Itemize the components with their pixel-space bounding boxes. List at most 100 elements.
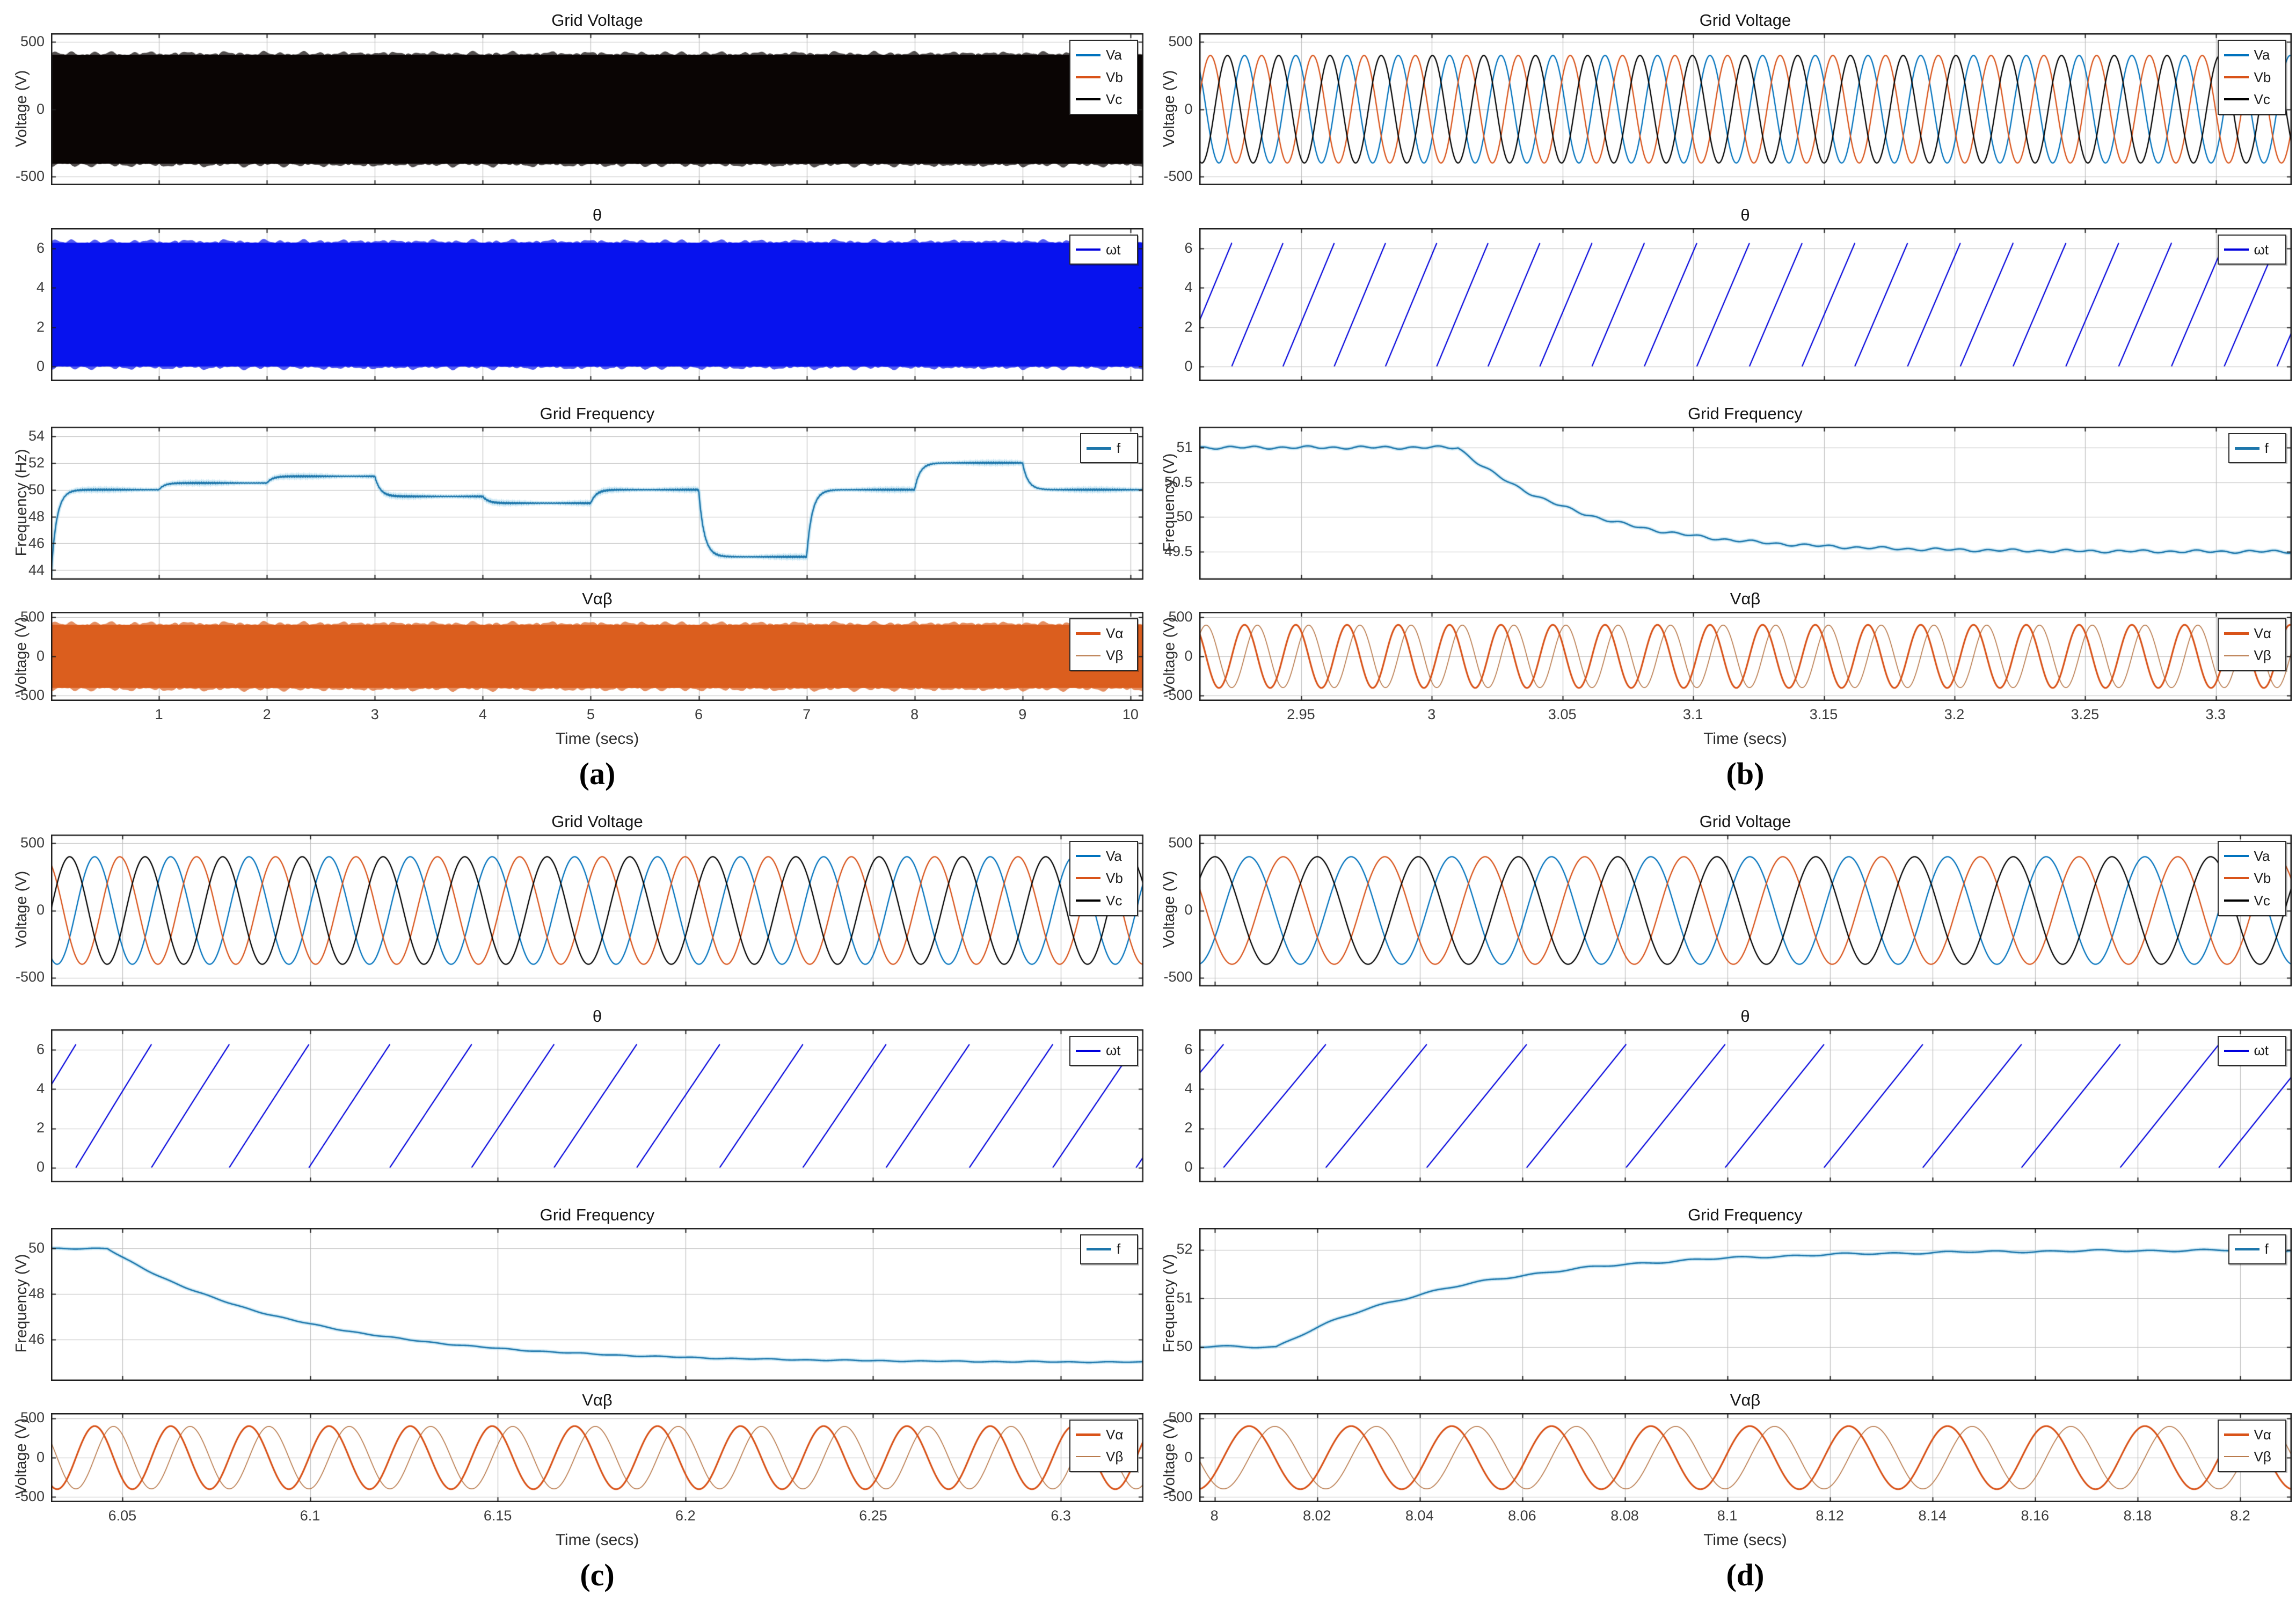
x-tick-label: 3.2 bbox=[1922, 706, 1986, 723]
caption-c: (c) bbox=[51, 1557, 1143, 1593]
x-tick-label: 2 bbox=[235, 706, 299, 723]
plot-canvas-grid-frequency bbox=[1199, 427, 2292, 580]
x-tick-label: 6.15 bbox=[465, 1508, 530, 1524]
y-tick-label: 2 bbox=[2, 1120, 45, 1136]
legend-item-Vα: Vα bbox=[1076, 1426, 1132, 1444]
vβ-line-swatch-icon bbox=[1076, 655, 1100, 656]
legend-valphabeta: Vα Vβ bbox=[2218, 1420, 2286, 1472]
plot-title-grid-voltage: Grid Voltage bbox=[1199, 11, 2292, 30]
plot-title-theta: θ bbox=[1199, 206, 2292, 225]
legend-grid-voltage: VaVbVc bbox=[2218, 40, 2286, 115]
legend-label: Vc bbox=[2254, 892, 2270, 910]
y-tick-label: 4 bbox=[2, 279, 45, 296]
legend-item-f: f bbox=[1087, 1240, 1132, 1258]
x-tick-label: 8.08 bbox=[1592, 1508, 1657, 1524]
legend-label: Vb bbox=[1106, 69, 1123, 86]
vβ-line-swatch-icon bbox=[2224, 1456, 2249, 1457]
legend-item-Vβ: Vβ bbox=[2224, 1448, 2280, 1466]
y-tick-label: 0 bbox=[1150, 902, 1193, 918]
y-tick-label: 51 bbox=[1150, 439, 1193, 456]
y-tick-label: 54 bbox=[2, 428, 45, 444]
x-tick-label: 3.15 bbox=[1791, 706, 1856, 723]
legend-theta: ωt bbox=[2218, 1036, 2286, 1066]
x-tick-label: 6.25 bbox=[841, 1508, 905, 1524]
legend-label: Vb bbox=[2254, 69, 2271, 86]
plot-canvas-grid-frequency bbox=[51, 1228, 1143, 1381]
x-tick-label: 8.16 bbox=[2003, 1508, 2067, 1524]
caption-a: (a) bbox=[51, 756, 1143, 792]
plot-canvas-valphabeta bbox=[51, 612, 1143, 701]
legend-item-Vβ: Vβ bbox=[1076, 647, 1132, 664]
y-tick-label: 500 bbox=[2, 835, 45, 851]
legend-theta: ωt bbox=[1069, 235, 1138, 265]
legend-label: Va bbox=[2254, 847, 2270, 865]
legend-valphabeta: VαVβ bbox=[2218, 618, 2286, 671]
legend-item-ωt: ωt bbox=[2224, 241, 2280, 259]
legend-item-f: f bbox=[1087, 440, 1132, 457]
y-tick-label: 4 bbox=[2, 1080, 45, 1097]
y-tick-label: -500 bbox=[1150, 969, 1193, 985]
vα-line-swatch-icon bbox=[2224, 1433, 2249, 1436]
legend-label: Va bbox=[1106, 46, 1122, 64]
vα-line-swatch-icon bbox=[2224, 632, 2249, 635]
plot-title-grid-frequency: Grid Frequency bbox=[1199, 1205, 2292, 1225]
plot-title-grid-frequency: Grid Frequency bbox=[51, 404, 1143, 423]
x-tick-label: 2.95 bbox=[1269, 706, 1333, 723]
plot-title-theta: θ bbox=[51, 206, 1143, 225]
legend-item-Vα: Vα bbox=[2224, 625, 2280, 642]
caption-b: (b) bbox=[1199, 756, 2292, 792]
legend-item-Va: Va bbox=[2224, 847, 2280, 865]
y-tick-label: 500 bbox=[1150, 1409, 1193, 1426]
ωt-line-swatch-icon bbox=[2224, 1050, 2249, 1052]
legend-item-Va: Va bbox=[1076, 847, 1132, 865]
x-axis-label: Time (secs) bbox=[51, 1531, 1143, 1549]
legend-label: Vc bbox=[2254, 91, 2270, 108]
legend-theta: ωt bbox=[1069, 1036, 1138, 1066]
legend-grid-voltage: VaVbVc bbox=[1069, 841, 1138, 916]
plot-canvas-theta bbox=[1199, 1029, 2292, 1182]
plot-title-grid-voltage: Grid Voltage bbox=[51, 812, 1143, 831]
vb-line-swatch-icon bbox=[2224, 76, 2249, 78]
legend-label: Vβ bbox=[1106, 1448, 1123, 1466]
y-tick-label: 500 bbox=[2, 609, 45, 625]
x-tick-label: 8 bbox=[883, 706, 947, 723]
legend-label: Vα bbox=[1106, 625, 1123, 642]
legend-label: ωt bbox=[1106, 1042, 1121, 1059]
legend-grid-voltage: VaVbVc bbox=[2218, 841, 2286, 916]
y-tick-label: 500 bbox=[1150, 835, 1193, 851]
y-tick-label: -500 bbox=[1150, 168, 1193, 185]
y-tick-label: 52 bbox=[2, 455, 45, 471]
f-line-swatch-icon bbox=[1087, 447, 1111, 450]
plot-canvas-theta bbox=[51, 228, 1143, 381]
y-tick-label: 500 bbox=[1150, 609, 1193, 625]
y-tick-label: 50.5 bbox=[1150, 474, 1193, 491]
x-tick-label: 8.04 bbox=[1387, 1508, 1452, 1524]
x-axis-label: Time (secs) bbox=[1199, 1531, 2292, 1549]
plot-title-valphabeta: Vαβ bbox=[51, 589, 1143, 609]
x-tick-label: 8.18 bbox=[2105, 1508, 2170, 1524]
x-axis-label: Time (secs) bbox=[51, 730, 1143, 748]
x-tick-label: 5 bbox=[558, 706, 623, 723]
legend-item-Vc: Vc bbox=[1076, 91, 1132, 108]
vc-line-swatch-icon bbox=[1076, 98, 1100, 100]
va-line-swatch-icon bbox=[1076, 855, 1100, 857]
y-tick-label: 2 bbox=[2, 319, 45, 335]
legend-label: Vα bbox=[1106, 1426, 1123, 1444]
legend-label: Vα bbox=[2254, 1426, 2271, 1444]
x-tick-label: 3.1 bbox=[1661, 706, 1725, 723]
x-tick-label: 6.1 bbox=[278, 1508, 342, 1524]
plot-canvas-grid-voltage bbox=[51, 835, 1143, 986]
y-tick-label: -500 bbox=[2, 687, 45, 704]
legend-label: Vc bbox=[1106, 91, 1122, 108]
y-tick-label: 46 bbox=[2, 1331, 45, 1348]
y-tick-label: 0 bbox=[1150, 101, 1193, 118]
x-tick-label: 6.2 bbox=[653, 1508, 718, 1524]
y-tick-label: 0 bbox=[2, 648, 45, 664]
y-tick-label: 50 bbox=[1150, 1338, 1193, 1355]
y-tick-label: -500 bbox=[2, 1488, 45, 1505]
y-tick-label: 6 bbox=[1150, 1041, 1193, 1058]
y-tick-label: 50 bbox=[2, 481, 45, 498]
y-tick-label: 0 bbox=[2, 1449, 45, 1466]
y-tick-label: 0 bbox=[2, 1159, 45, 1175]
plot-canvas-grid-voltage bbox=[1199, 33, 2292, 185]
